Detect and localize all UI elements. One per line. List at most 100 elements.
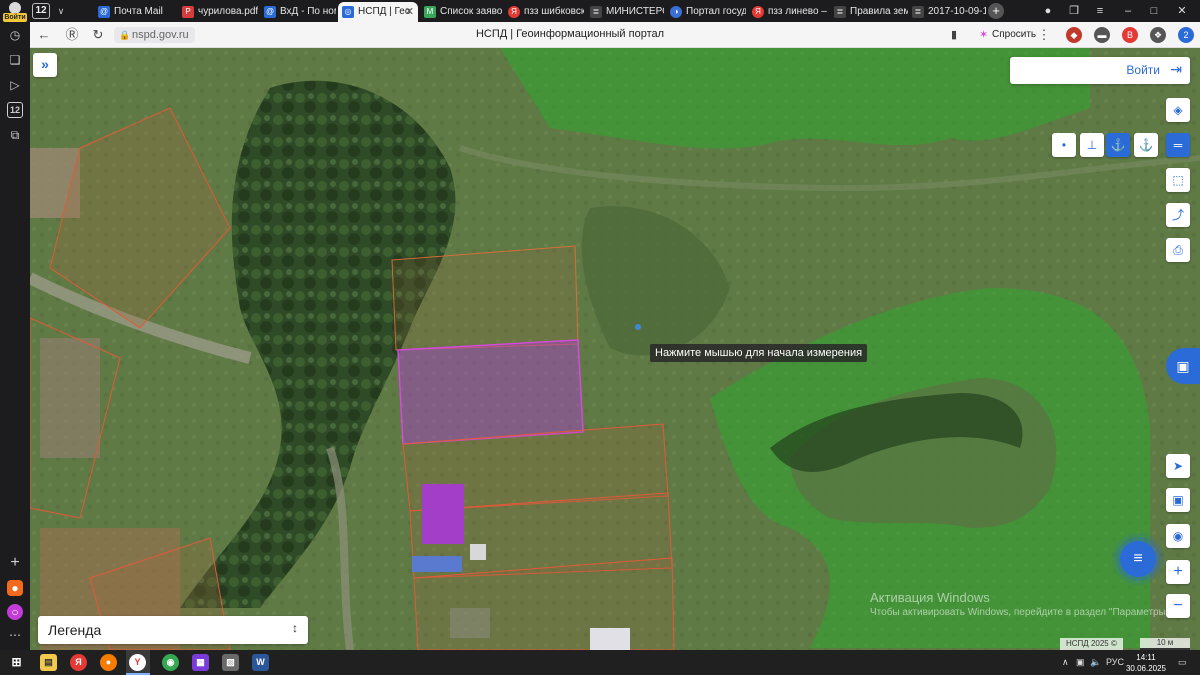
tab-label: чурилова.pdf	[198, 6, 258, 17]
tab-ministry[interactable]: ≣ МИНИСТЕРС	[586, 2, 664, 22]
back-icon[interactable]: ←	[36, 27, 52, 43]
yandex-icon[interactable]: Я	[70, 654, 87, 671]
measure-area-button[interactable]: ⚓	[1106, 133, 1130, 157]
minimize-icon[interactable]: –	[1120, 3, 1136, 19]
kebab-menu-icon[interactable]: ⋮	[1036, 27, 1052, 43]
windows-taskbar: ⊞ ▤ Я ● Y ◉ ▦ ▨ W ∧ ▣ 🔈 РУС 14:11 30.06.…	[0, 650, 1200, 675]
tab-rules[interactable]: ≣ Правила зем	[830, 2, 908, 22]
select-area-button[interactable]: ⬚	[1166, 168, 1190, 192]
measure-point-button[interactable]: •	[1052, 133, 1076, 157]
tab-label: НСПД | Гео	[358, 6, 411, 17]
close-icon[interactable]: ✕	[405, 2, 414, 22]
photo-viewer-icon[interactable]: ▨	[222, 654, 239, 671]
bookmark-icon[interactable]: ▮	[946, 27, 962, 43]
yandex-icon: Я	[752, 6, 764, 18]
legend-dropdown[interactable]: Легенда ↕	[38, 616, 308, 644]
tab-nspd[interactable]: ◎ НСПД | Гео ✕	[338, 2, 418, 22]
map-view[interactable]: » Войти ⇥ ◈ • ⊥ ⚓ ⚓ ═ ⬚ ⤴ ⎙ ▣ ➤ ▣ ◉ + − …	[30, 48, 1200, 650]
extensions-icon[interactable]: ❖	[1150, 27, 1166, 43]
add-panel-icon[interactable]: +	[7, 555, 23, 571]
tab-label: пзз линево –	[768, 6, 827, 17]
ruler-button[interactable]: ═	[1166, 133, 1190, 157]
mail-icon: @	[98, 6, 110, 18]
play-icon[interactable]: ▷	[7, 77, 23, 93]
ask-button[interactable]: ✶ Спросить	[974, 26, 1042, 44]
profile-login-badge[interactable]: Войти	[3, 13, 27, 22]
lock-icon: 🔒	[119, 30, 131, 40]
alice-icon: ✶	[979, 29, 989, 41]
extension-icon[interactable]: B	[1122, 27, 1138, 43]
new-tab-button[interactable]: +	[988, 3, 1004, 19]
url-field[interactable]: 🔒 nspd.gov.ru	[114, 27, 195, 43]
locate-search-button[interactable]: ◉	[1166, 524, 1190, 548]
tab-count-button[interactable]: 12	[32, 3, 50, 19]
browser-sidebar: Войти ◷ ❑ ▷ 12 ⧉ + ● ○ ⋯	[0, 0, 30, 650]
login-panel[interactable]: Войти ⇥	[1010, 57, 1190, 84]
app-icon[interactable]: ▦	[192, 654, 209, 671]
notifications-icon[interactable]: ▭	[1178, 656, 1187, 668]
tab-2017-doc[interactable]: ≣ 2017-10-09-1	[908, 2, 986, 22]
tab-label: Портал госуд	[686, 6, 746, 17]
close-window-icon[interactable]: ✕	[1174, 3, 1190, 19]
yandex-browser-icon[interactable]: Y	[129, 654, 146, 671]
mail-icon: @	[264, 6, 276, 18]
measure-cursor-point	[635, 324, 641, 330]
measure-radius-button[interactable]: ⚓	[1134, 133, 1158, 157]
tab-label: Список заявок	[440, 6, 502, 17]
info-panel-tab[interactable]: ▣	[1166, 348, 1200, 384]
extension-icon[interactable]: ◆	[1066, 27, 1082, 43]
protect-icon[interactable]: Ⓡ	[64, 27, 80, 43]
share-button[interactable]: ⤴	[1166, 203, 1190, 227]
tray-chevron-icon[interactable]: ∧	[1062, 656, 1069, 668]
firefox-icon[interactable]: ●	[100, 654, 117, 671]
screenshot-icon[interactable]: ⧉	[7, 127, 23, 143]
print-button[interactable]: ⎙	[1166, 238, 1190, 262]
geolocation-button[interactable]: ➤	[1166, 454, 1190, 478]
zoom-in-button[interactable]: +	[1166, 560, 1190, 584]
m-icon: M	[424, 6, 436, 18]
measure-line-button[interactable]: ⊥	[1080, 133, 1104, 157]
system-clock[interactable]: 14:11 30.06.2025	[1124, 652, 1168, 674]
windows-start-icon[interactable]: ⊞	[8, 654, 25, 671]
tab-pzz-linevo[interactable]: Я пзз линево –	[748, 2, 828, 22]
market-icon[interactable]: ●	[7, 580, 23, 596]
more-icon[interactable]: ⋯	[7, 627, 23, 643]
history-icon[interactable]: ◷	[7, 27, 23, 43]
chevron-down-icon[interactable]: ∨	[54, 3, 68, 19]
doc-icon: ≣	[590, 6, 602, 18]
satellite-imagery	[30, 48, 1200, 650]
tab-pzz-shibkovo[interactable]: Я пзз шибковск	[504, 2, 584, 22]
downloads-icon[interactable]: 2	[1178, 27, 1194, 43]
chat-button[interactable]: ≡	[1120, 541, 1156, 577]
clock-date: 30.06.2025	[1125, 664, 1167, 673]
alice-icon[interactable]: ○	[7, 604, 23, 620]
login-label: Войти	[1126, 63, 1160, 77]
file-explorer-icon[interactable]: ▤	[40, 654, 57, 671]
tab-gosuslugi[interactable]: ◑ Портал госуд	[666, 2, 746, 22]
url-text: nspd.gov.ru	[132, 29, 189, 41]
globe-icon: ◎	[342, 6, 354, 18]
language-indicator[interactable]: РУС	[1106, 656, 1124, 668]
tab-pdf[interactable]: P чурилова.pdf	[178, 2, 258, 22]
profile-icon[interactable]: ●	[1040, 3, 1056, 19]
tab-mail-2[interactable]: @ ВхД - По номе	[260, 2, 336, 22]
collections-icon[interactable]: ❑	[7, 52, 23, 68]
expand-sidebar-button[interactable]: »	[33, 53, 57, 77]
speaker-icon[interactable]: 🔈	[1090, 656, 1101, 668]
reload-icon[interactable]: ↻	[90, 27, 106, 43]
map-copyright: НСПД 2025 ©	[1060, 638, 1123, 650]
maximize-icon[interactable]: □	[1146, 3, 1162, 19]
layers-button[interactable]: ◈	[1166, 98, 1190, 122]
tray-app-icon[interactable]: ▣	[1076, 656, 1085, 668]
tab-mail[interactable]: @ Почта Mail	[94, 2, 174, 22]
tab-counter-icon[interactable]: 12	[7, 102, 23, 118]
tab-label: пзз шибковск	[524, 6, 584, 17]
bookmarks-icon[interactable]: ❐	[1066, 3, 1082, 19]
extension-icon[interactable]: ▬	[1094, 27, 1110, 43]
chrome-icon[interactable]: ◉	[162, 654, 179, 671]
word-icon[interactable]: W	[252, 654, 269, 671]
minimap-button[interactable]: ▣	[1166, 488, 1190, 512]
tab-requests[interactable]: M Список заявок	[420, 2, 502, 22]
profile-avatar[interactable]: Войти	[3, 2, 27, 22]
menu-icon[interactable]: ≡	[1092, 3, 1108, 19]
